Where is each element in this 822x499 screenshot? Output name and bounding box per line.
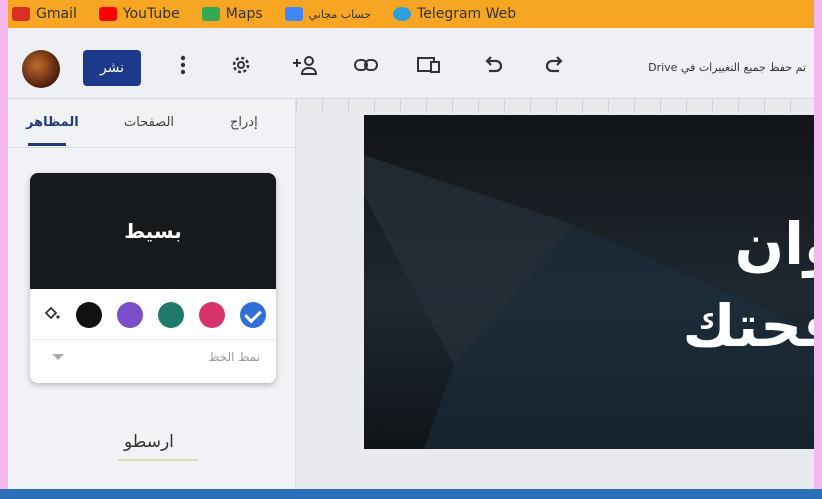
- app-window: Gmail YouTube Maps حساب مجاني Telegram W…: [8, 0, 814, 492]
- swatch-purple[interactable]: [117, 302, 143, 328]
- bookmark-telegram[interactable]: Telegram Web: [393, 6, 516, 22]
- undo-icon[interactable]: [478, 50, 508, 80]
- theme-option-aristotle[interactable]: ارسطو: [124, 432, 174, 452]
- account-icon: [284, 7, 303, 21]
- bookmark-label: Gmail: [36, 6, 77, 22]
- bookmark-label: Telegram Web: [417, 6, 517, 22]
- maps-icon: [201, 7, 220, 21]
- side-panel: المظاهر الصفحات إدراج بسيط نمط الخط ارسط…: [8, 99, 296, 492]
- paint-bucket-icon[interactable]: [44, 305, 60, 325]
- bookmark-label: Maps: [225, 6, 263, 22]
- font-style-label: نمط الخط: [208, 350, 260, 364]
- bookmark-gmail[interactable]: Gmail: [12, 6, 77, 22]
- more-options-icon[interactable]: [168, 50, 198, 80]
- swatch-black[interactable]: [76, 302, 102, 328]
- bookmark-label: حساب مجاني: [308, 7, 372, 21]
- add-person-icon[interactable]: [290, 50, 320, 80]
- taskbar: [0, 489, 822, 499]
- bookmarks-bar: Gmail YouTube Maps حساب مجاني Telegram W…: [8, 0, 814, 28]
- bookmark-label: YouTube: [122, 6, 180, 22]
- bookmark-maps[interactable]: Maps: [201, 6, 263, 22]
- slide-title[interactable]: وان: [735, 215, 814, 273]
- device-preview-icon[interactable]: [414, 50, 444, 80]
- publish-button[interactable]: نشر: [83, 50, 141, 86]
- swatch-pink[interactable]: [199, 302, 225, 328]
- active-tab-indicator: [28, 143, 66, 146]
- panel-tabs: المظاهر الصفحات إدراج: [8, 99, 295, 148]
- settings-gear-icon[interactable]: [226, 50, 256, 80]
- theme-preview[interactable]: بسيط: [30, 173, 276, 289]
- bookmark-youtube[interactable]: YouTube: [98, 6, 180, 22]
- link-icon[interactable]: [351, 50, 381, 80]
- theme-name: بسيط: [124, 219, 182, 243]
- swatch-blue-selected[interactable]: [240, 302, 266, 328]
- slide-canvas: وان فحتك: [296, 99, 814, 492]
- tab-themes[interactable]: المظاهر: [26, 115, 79, 130]
- swatch-teal[interactable]: [158, 302, 184, 328]
- youtube-icon: [98, 7, 117, 21]
- avatar[interactable]: [22, 50, 60, 88]
- tab-pages[interactable]: الصفحات: [124, 115, 174, 130]
- slide-subtitle[interactable]: فحتك: [683, 297, 814, 355]
- slide-background-shape: [364, 155, 814, 449]
- save-status-text: تم حفظ جميع التغييرات في Drive: [648, 61, 806, 74]
- toolbar: نشر تم حفظ جميع التغييرات في Drive: [8, 28, 814, 99]
- slide[interactable]: وان فحتك: [364, 115, 814, 449]
- redo-icon[interactable]: [540, 50, 570, 80]
- bookmark-account[interactable]: حساب مجاني: [284, 7, 372, 21]
- color-swatches: [30, 289, 276, 339]
- ruler: [296, 99, 814, 113]
- theme-card-simple[interactable]: بسيط نمط الخط: [30, 173, 276, 383]
- chevron-down-icon: [52, 354, 64, 360]
- theme-option-underline: [118, 459, 198, 461]
- tab-insert[interactable]: إدراج: [230, 115, 258, 130]
- telegram-icon: [393, 7, 412, 21]
- gmail-icon: [12, 7, 30, 21]
- font-style-dropdown[interactable]: نمط الخط: [30, 339, 276, 380]
